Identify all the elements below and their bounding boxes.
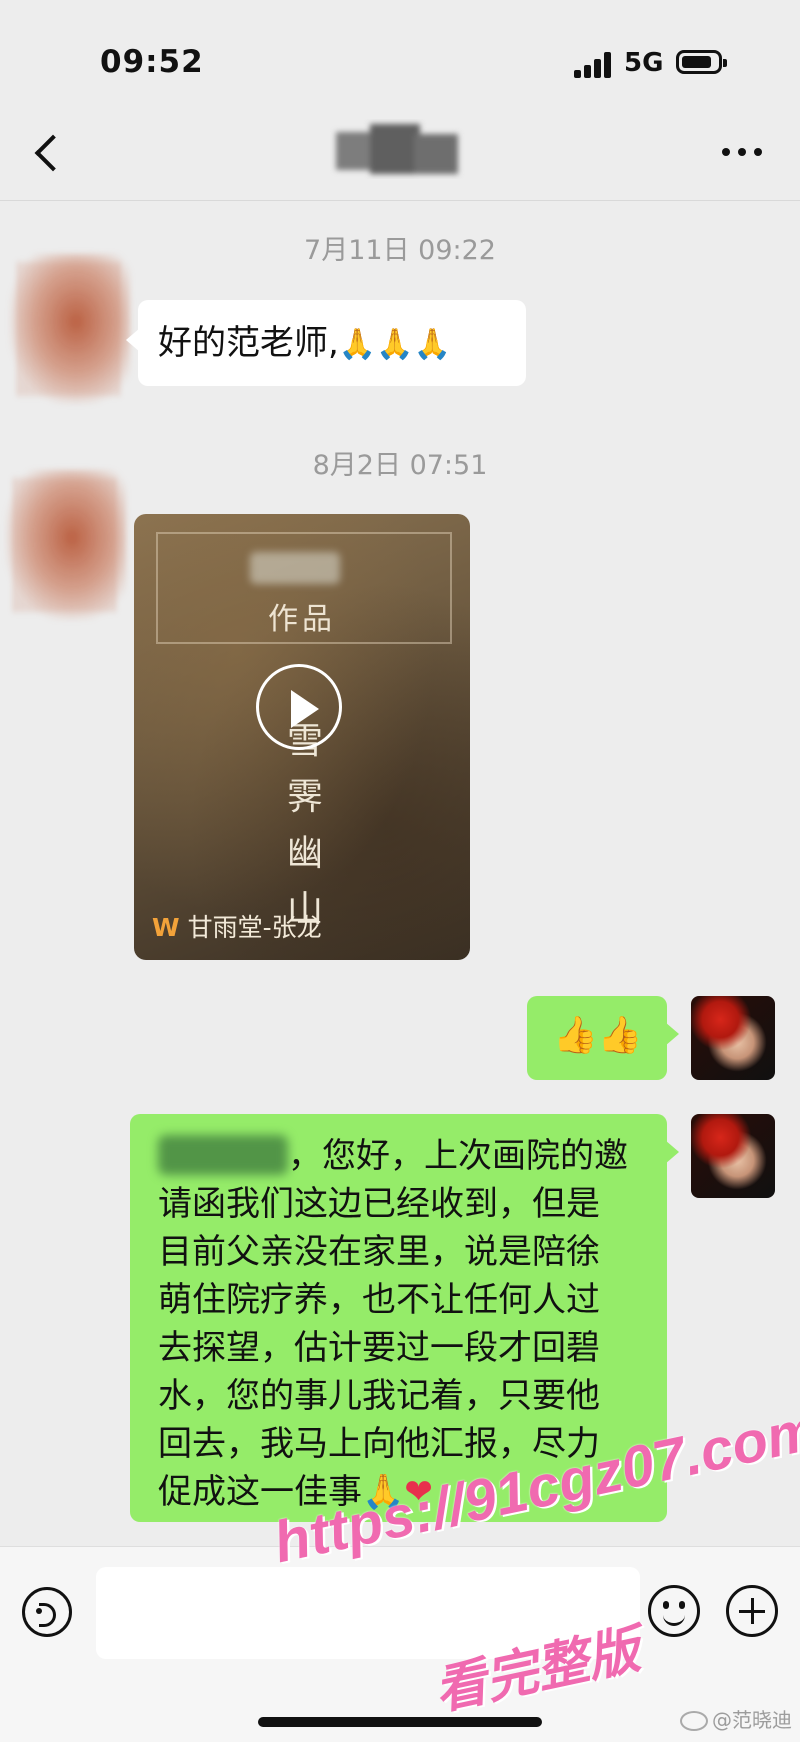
channels-icon: W bbox=[152, 913, 180, 942]
voice-input-icon[interactable] bbox=[22, 1587, 72, 1637]
thumbs-up-emoji: 👍👍 bbox=[553, 1015, 643, 1056]
home-indicator bbox=[258, 1717, 542, 1727]
video-source[interactable]: W 甘雨堂-张龙 bbox=[152, 908, 322, 944]
more-options-button[interactable] bbox=[718, 142, 768, 162]
weibo-watermark: @范晓迪 bbox=[680, 1704, 792, 1733]
weibo-icon bbox=[680, 1711, 708, 1731]
message-bubble[interactable]: 👍👍 bbox=[527, 996, 679, 1080]
chat-title-redacted bbox=[330, 118, 470, 188]
emoji-icon[interactable] bbox=[648, 1585, 700, 1637]
contact-avatar[interactable] bbox=[6, 470, 126, 620]
battery-icon bbox=[676, 50, 727, 74]
my-avatar[interactable] bbox=[691, 996, 775, 1080]
play-icon[interactable] bbox=[256, 664, 342, 750]
pray-emoji: 🙏🙏🙏 bbox=[338, 327, 451, 362]
my-avatar[interactable] bbox=[691, 1114, 775, 1198]
signal-icon bbox=[574, 52, 614, 78]
contact-avatar[interactable] bbox=[10, 254, 130, 404]
top-bar: 09:52 5G bbox=[0, 0, 800, 201]
video-label: 作品 bbox=[268, 602, 336, 637]
plus-icon[interactable] bbox=[726, 1585, 778, 1637]
message-text: 好的范老师, bbox=[158, 323, 339, 363]
status-time: 09:52 bbox=[100, 44, 204, 80]
redacted-name bbox=[250, 552, 340, 584]
network-type: 5G bbox=[624, 48, 664, 78]
redacted-name bbox=[158, 1135, 288, 1175]
video-message[interactable]: 作品 雪 霁 幽 山 W 甘雨堂-张龙 bbox=[134, 514, 470, 960]
back-button[interactable] bbox=[28, 126, 68, 186]
message-bubble[interactable]: 好的范老师,🙏🙏🙏 bbox=[126, 300, 526, 386]
